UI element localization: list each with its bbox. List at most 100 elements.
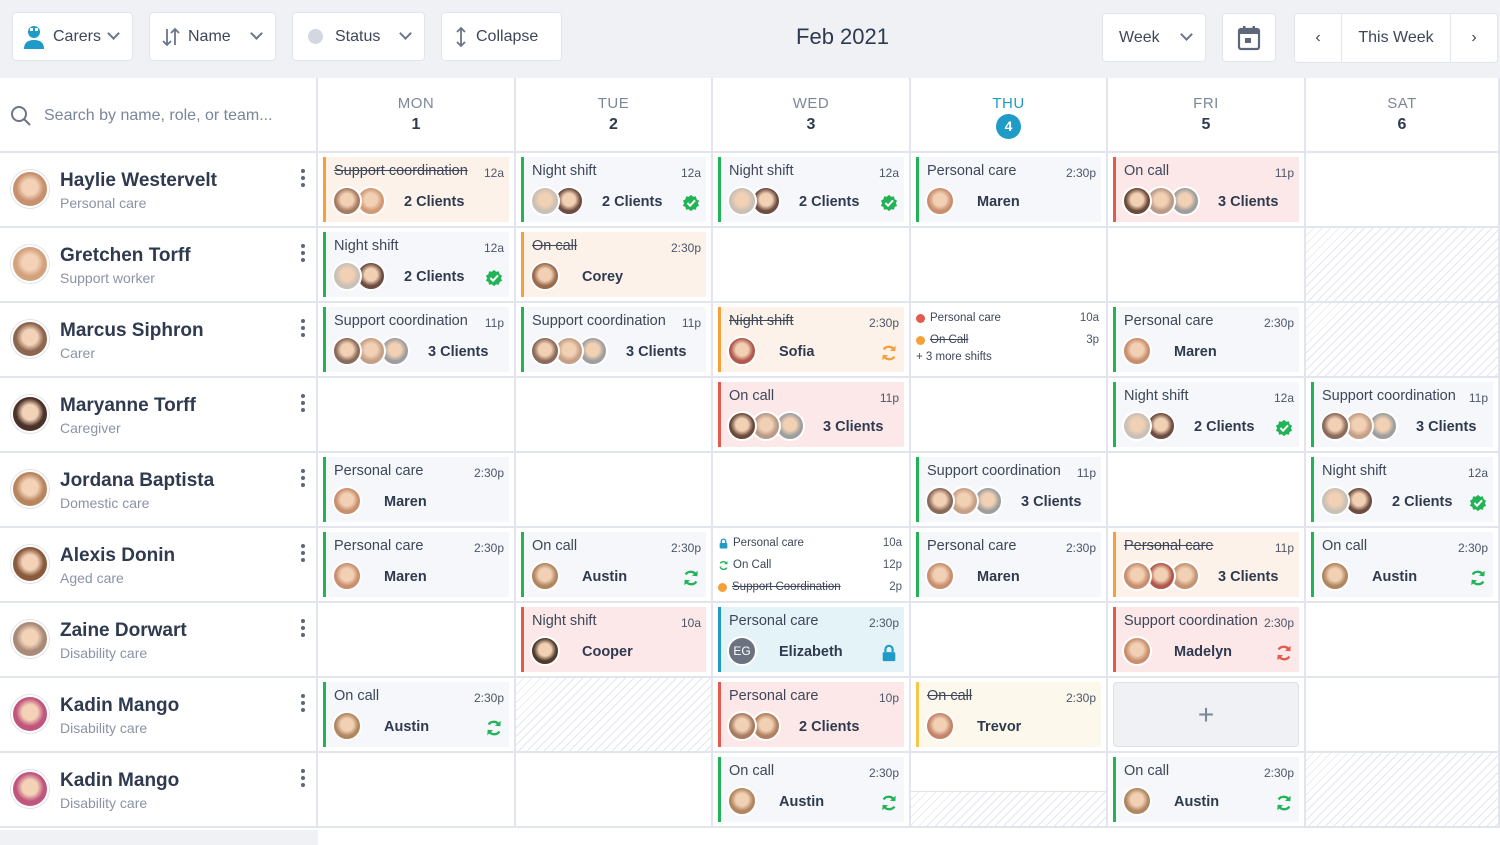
- schedule-cell[interactable]: Personal care 10p 2 Clients: [713, 678, 911, 751]
- schedule-cell[interactable]: Personal care 2:30p Maren: [911, 153, 1108, 226]
- carer-name[interactable]: Marcus Siphron: [60, 320, 204, 342]
- shift-card[interactable]: On call 2:30p Austin: [521, 532, 706, 597]
- schedule-cell[interactable]: [516, 378, 713, 451]
- schedule-cell[interactable]: On call 2:30p Trevor: [911, 678, 1108, 751]
- sync-icon[interactable]: [485, 719, 503, 737]
- schedule-cell[interactable]: Personal care 2:30p Maren: [318, 528, 516, 601]
- schedule-cell[interactable]: Support coordination 11p 3 Clients: [911, 453, 1108, 526]
- shift-card[interactable]: Night shift 12a 2 Clients: [1311, 457, 1493, 522]
- more-options-icon[interactable]: [298, 244, 308, 264]
- schedule-cell[interactable]: On call 2:30p Austin: [1306, 528, 1500, 601]
- more-options-icon[interactable]: [298, 694, 308, 714]
- schedule-cell[interactable]: [516, 453, 713, 526]
- more-options-icon[interactable]: [298, 319, 308, 339]
- shift-card[interactable]: Night shift 12a 2 Clients: [323, 232, 509, 297]
- more-shifts-link[interactable]: + 3 more shifts: [916, 351, 1101, 363]
- schedule-cell[interactable]: Night shift 12a 2 Clients: [1108, 378, 1306, 451]
- schedule-cell[interactable]: Night shift 12a 2 Clients: [516, 153, 713, 226]
- more-options-icon[interactable]: [298, 394, 308, 414]
- shift-card[interactable]: Personal care 10p 2 Clients: [718, 682, 904, 747]
- carer-name[interactable]: Alexis Donin: [60, 545, 175, 567]
- carer-name[interactable]: Maryanne Torff: [60, 395, 196, 417]
- shift-card[interactable]: Personal care 2:30p Maren: [323, 457, 509, 522]
- schedule-cell[interactable]: [318, 378, 516, 451]
- carer-info[interactable]: Zaine Dorwart Disability care: [0, 603, 318, 676]
- carer-name[interactable]: Zaine Dorwart: [60, 620, 187, 642]
- shift-card[interactable]: Personal care 2:30p Maren: [916, 532, 1101, 597]
- sync-icon[interactable]: [880, 344, 898, 362]
- shift-card[interactable]: Support coordination 11p 3 Clients: [323, 307, 509, 372]
- schedule-cell[interactable]: Support coordination 11p 3 Clients: [318, 303, 516, 376]
- shift-card[interactable]: Night shift 12a 2 Clients: [1113, 382, 1299, 447]
- schedule-cell[interactable]: On call 2:30p Austin: [1108, 753, 1306, 826]
- date-picker-button[interactable]: [1222, 13, 1276, 62]
- status-filter-button[interactable]: Status: [292, 12, 425, 61]
- multi-shift-cell[interactable]: Personal care 10a On Call 12p Support Coordi…: [713, 528, 911, 601]
- carer-info[interactable]: Haylie Westervelt Personal care: [0, 153, 318, 226]
- schedule-cell[interactable]: Support coordination 11p 3 Clients: [1306, 378, 1500, 451]
- schedule-cell[interactable]: Support coordination 11p 3 Clients: [516, 303, 713, 376]
- day-header-thu[interactable]: THU 4: [911, 78, 1108, 153]
- schedule-cell[interactable]: Personal care 2:30p EG Elizabeth: [713, 603, 911, 676]
- carer-info[interactable]: Gretchen Torff Support worker: [0, 228, 318, 301]
- shift-card[interactable]: On call 2:30p Austin: [1311, 532, 1493, 597]
- shift-card[interactable]: Support coordination 2:30p Madelyn: [1113, 607, 1299, 672]
- day-header-fri[interactable]: FRI 5: [1108, 78, 1306, 153]
- sync-icon[interactable]: [1469, 569, 1487, 587]
- schedule-cell[interactable]: Personal care 2:30p Maren: [1108, 303, 1306, 376]
- schedule-cell[interactable]: Night shift 12a 2 Clients: [1306, 453, 1500, 526]
- schedule-cell[interactable]: [1108, 228, 1306, 301]
- carer-name[interactable]: Kadin Mango: [60, 695, 179, 717]
- shift-card[interactable]: On call 11p 3 Clients: [718, 382, 904, 447]
- shift-list-item[interactable]: Personal care 10a: [916, 307, 1101, 329]
- schedule-cell[interactable]: [713, 228, 911, 301]
- shift-card[interactable]: On call 2:30p Austin: [1113, 757, 1299, 822]
- day-header-tue[interactable]: TUE 2: [516, 78, 713, 153]
- schedule-cell[interactable]: Night shift 2:30p Sofia: [713, 303, 911, 376]
- this-week-button[interactable]: This Week: [1341, 14, 1451, 62]
- shift-card[interactable]: Support coordination 11p 3 Clients: [916, 457, 1101, 522]
- more-options-icon[interactable]: [298, 469, 308, 489]
- sync-icon[interactable]: [682, 569, 700, 587]
- day-header-wed[interactable]: WED 3: [713, 78, 911, 153]
- shift-list-item[interactable]: On Call 3p: [916, 329, 1101, 351]
- sort-name-button[interactable]: Name: [149, 12, 276, 61]
- schedule-cell[interactable]: On call 2:30p Austin: [516, 528, 713, 601]
- schedule-cell[interactable]: Support coordination 2:30p Madelyn: [1108, 603, 1306, 676]
- schedule-cell[interactable]: +: [1108, 678, 1306, 751]
- schedule-cell[interactable]: Night shift 10a Cooper: [516, 603, 713, 676]
- carer-name[interactable]: Jordana Baptista: [60, 470, 214, 492]
- more-options-icon[interactable]: [298, 619, 308, 639]
- carer-info[interactable]: Kadin Mango Disability care: [0, 678, 318, 751]
- carer-name[interactable]: Haylie Westervelt: [60, 170, 217, 192]
- shift-card[interactable]: Support coordination 11p 3 Clients: [521, 307, 706, 372]
- search-input[interactable]: [44, 106, 294, 125]
- schedule-cell[interactable]: [318, 603, 516, 676]
- shift-list-item[interactable]: Personal care 10a: [718, 532, 904, 554]
- shift-card[interactable]: On call 2:30p Austin: [718, 757, 904, 822]
- shift-card[interactable]: On call 11p 3 Clients: [1113, 157, 1299, 222]
- shift-card[interactable]: Night shift 10a Cooper: [521, 607, 706, 672]
- carer-info[interactable]: Jordana Baptista Domestic care: [0, 453, 318, 526]
- schedule-cell[interactable]: On call 2:30p Austin: [318, 678, 516, 751]
- more-options-icon[interactable]: [298, 169, 308, 189]
- shift-card[interactable]: Support coordination 12a 2 Clients: [323, 157, 509, 222]
- sync-icon[interactable]: [1275, 644, 1293, 662]
- carer-info[interactable]: Alexis Donin Aged care: [0, 528, 318, 601]
- schedule-cell[interactable]: Night shift 12a 2 Clients: [318, 228, 516, 301]
- carer-name[interactable]: Gretchen Torff: [60, 245, 191, 267]
- shift-card[interactable]: Personal care 2:30p EG Elizabeth: [718, 607, 904, 672]
- shift-list-item[interactable]: On Call 12p: [718, 554, 904, 576]
- shift-card[interactable]: Night shift 2:30p Sofia: [718, 307, 904, 372]
- schedule-cell[interactable]: [318, 753, 516, 826]
- more-options-icon[interactable]: [298, 769, 308, 789]
- schedule-cell[interactable]: On call 2:30p Corey: [516, 228, 713, 301]
- shift-list-item[interactable]: Support Coordination 2p: [718, 576, 904, 598]
- more-options-icon[interactable]: [298, 544, 308, 564]
- collapse-button[interactable]: Collapse: [441, 12, 562, 61]
- shift-card[interactable]: Personal care 2:30p Maren: [916, 157, 1101, 222]
- view-select[interactable]: Week: [1102, 13, 1206, 62]
- day-header-mon[interactable]: MON 1: [318, 78, 516, 153]
- shift-card[interactable]: Personal care 2:30p Maren: [1113, 307, 1299, 372]
- shift-card[interactable]: Night shift 12a 2 Clients: [718, 157, 904, 222]
